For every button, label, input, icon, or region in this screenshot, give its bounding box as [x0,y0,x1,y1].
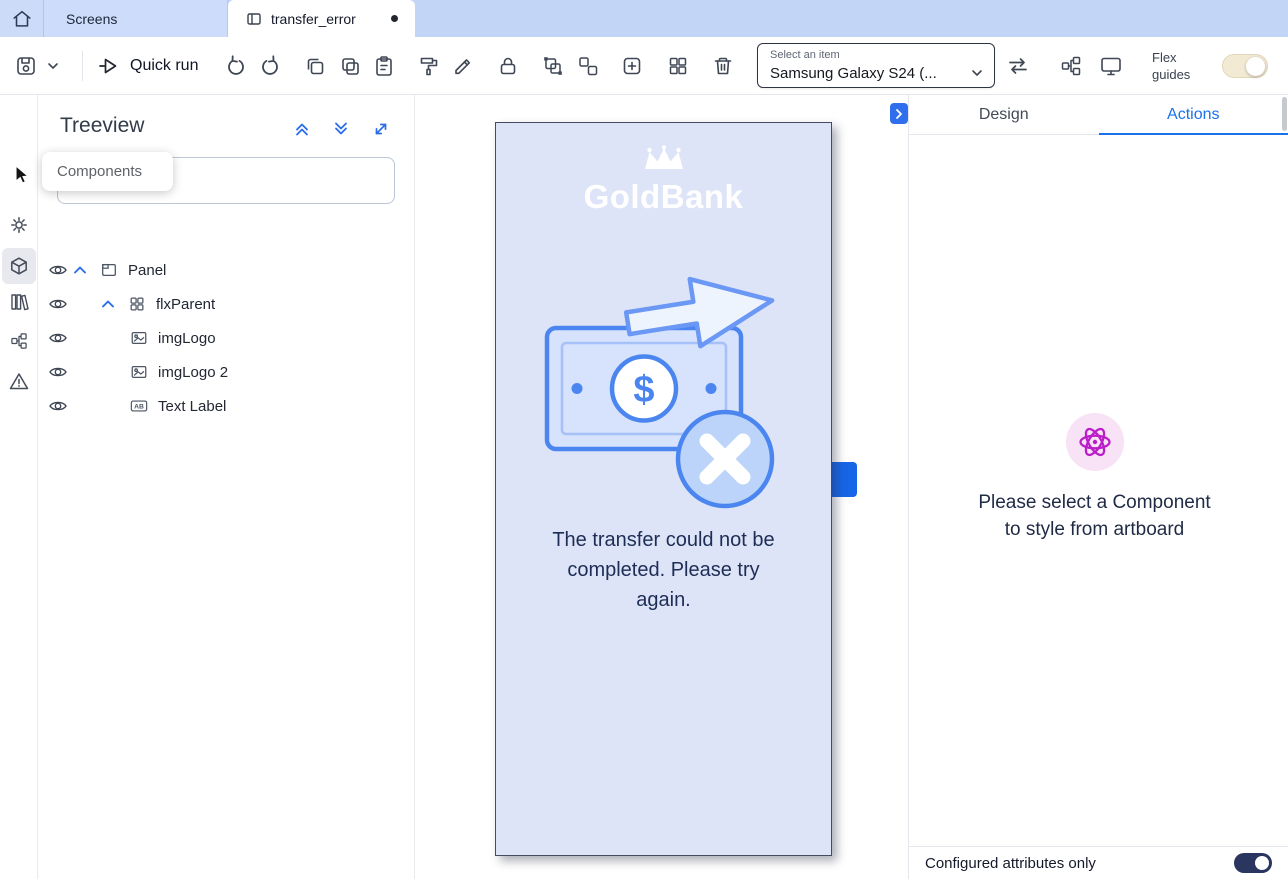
save-menu-chevron-icon[interactable] [46,54,60,78]
text-label-icon: AB [130,397,148,415]
atom-icon-badge [1066,413,1124,471]
tab-transfer-error[interactable]: transfer_error [228,0,415,37]
collapse-all-button[interactable] [292,119,312,139]
scrollbar-thumb[interactable] [1282,97,1287,131]
visibility-eye-icon[interactable] [48,362,68,382]
flex-container-icon [128,295,146,313]
properties-panel: Design Actions Please select a Component… [908,95,1288,879]
quick-run-icon [96,54,120,78]
visibility-eye-icon[interactable] [48,328,68,348]
unsaved-dot [391,15,398,22]
tree-row-textlabel[interactable]: AB Text Label [38,389,414,423]
edit-skin-button[interactable] [451,54,475,78]
redo-button[interactable] [258,54,282,78]
tree-item-label: flxParent [156,296,215,313]
components-tooltip: Components [42,152,173,191]
tree-item-label: imgLogo 2 [158,364,228,381]
screen-tab-icon [246,11,262,27]
inspector-footer: Configured attributes only [909,846,1288,879]
duplicate-button[interactable] [338,54,362,78]
tree-item-label: Panel [128,262,166,279]
quick-run-button[interactable]: Quick run [96,37,198,95]
preview-monitor-button[interactable] [1099,54,1123,78]
ungroup-button[interactable] [576,54,600,78]
tree-row-imglogo[interactable]: imgLogo [38,321,414,355]
toggle-knob [1246,57,1265,76]
tree-row-panel[interactable]: Panel [38,253,414,287]
image-icon [130,329,148,347]
device-selector-label: Select an item [770,49,840,61]
panel-icon [100,261,118,279]
home-icon [11,8,33,30]
main-toolbar: Quick run Select an item Samsung Galaxy … [0,37,1288,95]
brand-name: GoldBank [496,178,831,216]
widget-tree: Panel flxParent imgLogo imgLogo 2 [38,253,414,423]
layout-grid-button[interactable] [666,54,690,78]
treeview-panel: Treeview Panel flxParent imgLogo [38,95,415,879]
chevron-right-icon [894,108,904,120]
toggle-knob [1255,856,1269,870]
tree-row-imglogo2[interactable]: imgLogo 2 [38,355,414,389]
delete-button[interactable] [711,54,735,78]
warnings-icon[interactable] [9,371,29,391]
svg-text:AB: AB [134,404,144,411]
group-button[interactable] [541,54,565,78]
top-tab-bar: Screens transfer_error [0,0,1288,37]
undo-button[interactable] [224,54,248,78]
tab-design[interactable]: Design [909,95,1099,134]
atom-icon [1075,422,1115,462]
tab-screens[interactable]: Screens [44,0,228,37]
flex-guides-label: Flex guides [1152,49,1204,83]
quick-run-label: Quick run [130,57,198,75]
inspector-tabs: Design Actions [909,95,1288,135]
chevron-up-icon[interactable] [98,294,118,314]
tab-transfer-error-label: transfer_error [271,11,356,27]
navigator-tree-icon[interactable] [9,331,29,351]
lock-button[interactable] [496,54,520,78]
configured-attributes-toggle[interactable] [1234,853,1272,873]
tree-row-flxparent[interactable]: flxParent [38,287,414,321]
save-button[interactable] [14,54,38,78]
configured-attributes-label: Configured attributes only [925,855,1234,872]
visibility-eye-icon[interactable] [48,396,68,416]
empty-state: Please select a Component to style from … [909,413,1280,543]
artboard-transfer-error[interactable]: GoldBank $ The transfer could not be com… [495,122,832,856]
artboard-img-logo-2[interactable]: $ [539,271,787,515]
tree-item-label: imgLogo [158,330,216,347]
artboard-img-logo[interactable]: GoldBank [496,145,831,216]
expand-panel-button[interactable] [371,119,391,139]
chevron-down-icon [970,66,984,80]
copy-button[interactable] [303,54,327,78]
mouse-cursor [15,165,31,185]
treeview-title: Treeview [60,114,144,138]
expand-all-button[interactable] [331,119,351,139]
empty-state-text: Please select a Component to style from … [970,489,1220,543]
copy-skin-button[interactable] [417,54,441,78]
artboard-text-label[interactable]: The transfer could not be completed. Ple… [544,525,783,615]
switch-orientation-button[interactable] [1006,54,1030,78]
chevron-up-icon[interactable] [70,260,90,280]
visibility-eye-icon[interactable] [48,260,68,280]
panel-expander-button[interactable] [890,103,908,124]
image-icon [130,363,148,381]
settings-gear-icon[interactable] [9,215,29,235]
dollar-sign: $ [633,369,654,411]
toolbar-separator [82,51,83,81]
components-icon[interactable] [9,256,29,276]
tab-actions[interactable]: Actions [1099,95,1288,134]
device-selector-value: Samsung Galaxy S24 (... [770,65,937,82]
hierarchy-view-button[interactable] [1059,54,1083,78]
tree-item-label: Text Label [158,398,226,415]
visibility-eye-icon[interactable] [48,294,68,314]
device-selector[interactable]: Select an item Samsung Galaxy S24 (... [757,43,995,88]
tab-screens-label: Screens [66,11,117,27]
flex-guides-toggle[interactable] [1222,54,1268,78]
paste-button[interactable] [372,54,396,78]
home-tab[interactable] [0,0,44,37]
add-widget-button[interactable] [620,54,644,78]
crown-icon [642,145,686,171]
left-icon-rail [0,95,38,879]
templates-library-icon[interactable] [9,292,29,312]
